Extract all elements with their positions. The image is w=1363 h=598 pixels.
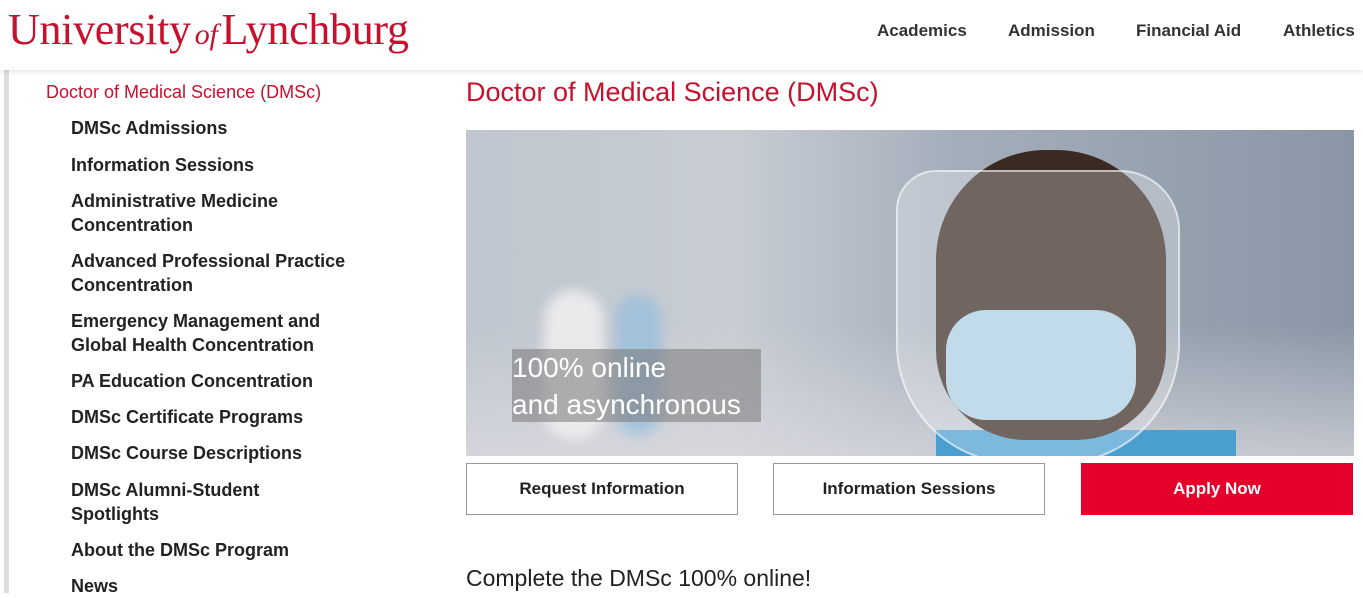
sidebar-item-label: Emergency Management and bbox=[71, 311, 321, 331]
section-heading: Complete the DMSc 100% online! bbox=[466, 565, 812, 591]
sidebar-item-dmsc[interactable]: Doctor of Medical Science (DMSc) bbox=[46, 82, 321, 103]
sidebar-item-dmsc-admissions[interactable]: DMSc Admissions bbox=[71, 116, 371, 140]
nav-academics[interactable]: Academics bbox=[877, 21, 967, 41]
nav-athletics[interactable]: Athletics bbox=[1283, 21, 1355, 41]
sidebar-item-label: PA Education Concentration bbox=[71, 371, 314, 391]
information-sessions-button[interactable]: Information Sessions bbox=[773, 463, 1045, 515]
sidebar-item-alumni-student-spotlights[interactable]: DMSc Alumni-Student Spotlights bbox=[71, 478, 371, 526]
sidebar-item-label: DMSc Alumni-Student bbox=[71, 480, 260, 500]
apply-now-button[interactable]: Apply Now bbox=[1081, 463, 1353, 515]
sidebar-item-label: Administrative Medicine bbox=[71, 191, 279, 211]
sidebar-item-certificate-programs[interactable]: DMSc Certificate Programs bbox=[71, 405, 371, 429]
page-title: Doctor of Medical Science (DMSc) bbox=[466, 77, 879, 107]
hero-caption-line: and asynchronous bbox=[512, 389, 741, 420]
hero-caption: 100% online and asynchronous bbox=[512, 349, 761, 422]
sidebar-item-administrative-medicine[interactable]: Administrative Medicine Concentration bbox=[71, 189, 371, 237]
request-information-button[interactable]: Request Information bbox=[466, 463, 738, 515]
nav-financial-aid[interactable]: Financial Aid bbox=[1136, 21, 1241, 41]
sidebar-item-label: DMSc Admissions bbox=[71, 118, 228, 138]
sidebar-item-label: Advanced Professional Practice bbox=[71, 251, 346, 271]
sidebar-rail bbox=[4, 70, 9, 593]
sidebar-item-emergency-management[interactable]: Emergency Management and Global Health C… bbox=[71, 309, 371, 357]
sidebar-item-label: Concentration bbox=[71, 215, 194, 235]
sidebar-item-label: DMSc Course Descriptions bbox=[71, 443, 303, 463]
sidebar-item-label: DMSc Certificate Programs bbox=[71, 407, 304, 427]
main-nav: Academics Admission Financial Aid Athlet… bbox=[0, 21, 1363, 43]
sidebar-item-about-program[interactable]: About the DMSc Program bbox=[71, 538, 371, 562]
sidebar-item-news[interactable]: News bbox=[71, 574, 371, 598]
sidebar-item-label: Concentration bbox=[71, 275, 194, 295]
sidebar-item-advanced-professional-practice[interactable]: Advanced Professional Practice Concentra… bbox=[71, 249, 371, 297]
sidebar-item-pa-education[interactable]: PA Education Concentration bbox=[71, 369, 371, 393]
sidebar-item-label: Information Sessions bbox=[71, 155, 255, 175]
hero-face-shield bbox=[896, 170, 1180, 456]
site-header: University ofLynchburg Academics Admissio… bbox=[0, 0, 1363, 70]
sidebar-item-course-descriptions[interactable]: DMSc Course Descriptions bbox=[71, 441, 371, 465]
sidebar-item-label: Global Health Concentration bbox=[71, 335, 315, 355]
hero-caption-line: 100% online bbox=[512, 352, 667, 383]
sidebar-item-label: About the DMSc Program bbox=[71, 540, 290, 560]
sidebar-item-information-sessions[interactable]: Information Sessions bbox=[71, 153, 371, 177]
sidebar-item-label: Spotlights bbox=[71, 504, 159, 524]
sidebar-item-label: News bbox=[71, 576, 119, 596]
nav-admission[interactable]: Admission bbox=[1008, 21, 1095, 41]
